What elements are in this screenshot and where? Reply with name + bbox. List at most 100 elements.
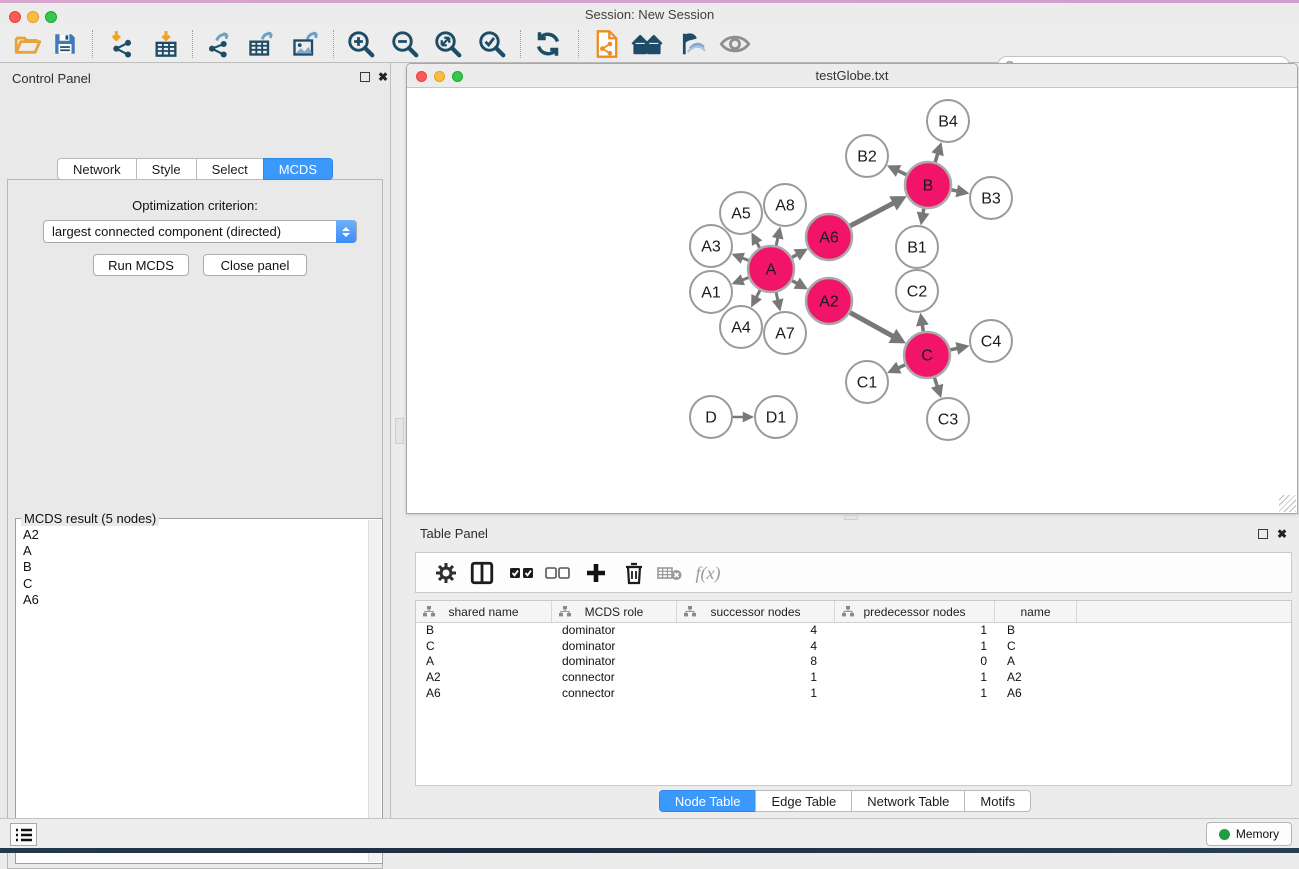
column-header-predecessor-nodes[interactable]: predecessor nodes [835, 601, 995, 622]
open-session-button[interactable] [11, 28, 45, 60]
column-header-MCDS-role[interactable]: MCDS role [552, 601, 677, 622]
close-panel-button[interactable]: Close panel [203, 254, 307, 276]
zoom-out-button[interactable] [388, 28, 422, 60]
mcds-result-item[interactable]: B [23, 559, 366, 575]
table-panel-title: Table Panel [420, 526, 488, 541]
result-scrollbar[interactable] [368, 520, 381, 862]
tab-style[interactable]: Style [136, 158, 197, 180]
tab-network-table[interactable]: Network Table [851, 790, 965, 812]
network-graph[interactable]: B4B2BB3A8A5A6A3B1AC2A1A2A4A7C4CC1C3DD1 [407, 88, 1297, 513]
table-row[interactable]: Adominator80A [416, 654, 1291, 670]
table-cell[interactable]: 1 [677, 670, 835, 686]
table-cell[interactable]: 4 [677, 639, 835, 655]
new-network-file-button[interactable] [590, 28, 624, 60]
network-canvas[interactable]: B4B2BB3A8A5A6A3B1AC2A1A2A4A7C4CC1C3DD1 [407, 88, 1297, 513]
graph-edge-A-A4[interactable] [756, 289, 760, 297]
mcds-result-item[interactable]: A [23, 543, 366, 559]
table-cell[interactable]: A [416, 654, 552, 670]
import-table-button[interactable] [149, 28, 183, 60]
graph-edge-B-B2[interactable] [898, 171, 908, 176]
table-cell[interactable]: A2 [995, 670, 1077, 686]
table-cell[interactable]: 8 [677, 654, 835, 670]
table-row[interactable]: A2connector11A2 [416, 670, 1291, 686]
close-table-panel-icon[interactable]: ✖ [1277, 529, 1287, 540]
delete-column-button[interactable] [618, 557, 650, 589]
mcds-result-item[interactable]: C [23, 576, 366, 592]
show-graphics-details-button[interactable] [718, 28, 752, 60]
tab-select[interactable]: Select [196, 158, 264, 180]
export-network-button[interactable] [202, 28, 236, 60]
graph-edge-B-B4[interactable] [935, 153, 938, 163]
graph-edge-arrowhead [772, 226, 784, 239]
import-network-button[interactable] [104, 28, 138, 60]
table-cell[interactable]: B [995, 623, 1077, 639]
column-header-successor-nodes[interactable]: successor nodes [677, 601, 835, 622]
table-row[interactable]: A6connector11A6 [416, 686, 1291, 702]
table-cell[interactable]: C [416, 639, 552, 655]
tab-mcds[interactable]: MCDS [263, 158, 333, 180]
tab-motifs[interactable]: Motifs [964, 790, 1031, 812]
tab-node-table[interactable]: Node Table [659, 790, 757, 812]
show-task-history-button[interactable] [10, 823, 37, 846]
table-cell[interactable]: A [995, 654, 1077, 670]
save-session-button[interactable] [48, 28, 82, 60]
table-cell[interactable]: dominator [552, 654, 677, 670]
network-window-titlebar[interactable]: testGlobe.txt [407, 64, 1297, 88]
mcds-result-item[interactable]: A6 [23, 592, 366, 608]
zoom-fit-button[interactable] [431, 28, 465, 60]
graph-edge-C-C4[interactable] [949, 348, 957, 350]
memory-button[interactable]: Memory [1206, 822, 1292, 846]
add-column-button[interactable] [580, 557, 612, 589]
table-row[interactable]: Cdominator41C [416, 639, 1291, 655]
table-cell[interactable]: A6 [995, 686, 1077, 702]
graph-edge-A6-B[interactable] [849, 203, 894, 226]
table-cell[interactable]: B [416, 623, 552, 639]
window-resize-grip[interactable] [1279, 495, 1296, 512]
run-mcds-button[interactable]: Run MCDS [93, 254, 189, 276]
zoom-selected-button[interactable] [475, 28, 509, 60]
refresh-layout-button[interactable] [531, 28, 565, 60]
export-table-button[interactable] [244, 28, 278, 60]
column-header-shared-name[interactable]: shared name [416, 601, 552, 622]
table-cell[interactable]: 1 [835, 670, 995, 686]
table-cell[interactable]: 4 [677, 623, 835, 639]
vertical-splitter-grip[interactable] [395, 418, 404, 444]
graph-edge-A-A8[interactable] [776, 237, 778, 246]
table-cell[interactable]: 1 [835, 686, 995, 702]
table-cell[interactable]: connector [552, 670, 677, 686]
table-cell[interactable]: 1 [835, 623, 995, 639]
table-settings-button[interactable] [430, 557, 462, 589]
table-row[interactable]: Bdominator41B [416, 623, 1291, 639]
table-cell[interactable]: dominator [552, 639, 677, 655]
table-cell[interactable]: 0 [835, 654, 995, 670]
graph-edge-C-C3[interactable] [934, 377, 937, 387]
criterion-select[interactable]: largest connected component (directed) [43, 220, 357, 243]
mcds-result-item[interactable]: A2 [23, 527, 366, 543]
function-builder-button[interactable]: f(x) [692, 557, 724, 589]
zoom-in-button[interactable] [344, 28, 378, 60]
tab-edge-table[interactable]: Edge Table [755, 790, 852, 812]
float-panel-icon[interactable] [360, 72, 370, 82]
table-cell[interactable]: A2 [416, 670, 552, 686]
table-cell[interactable]: connector [552, 686, 677, 702]
graph-edge-C-C1[interactable] [898, 364, 906, 368]
delete-table-button[interactable] [654, 557, 686, 589]
hide-graphics-details-button[interactable] [673, 28, 707, 60]
unselect-all-button[interactable] [542, 557, 574, 589]
float-table-panel-icon[interactable] [1258, 529, 1268, 539]
table-cell[interactable]: dominator [552, 623, 677, 639]
select-all-button[interactable] [506, 557, 538, 589]
graph-node-label: B [923, 178, 934, 195]
column-header-name[interactable]: name [995, 601, 1077, 622]
table-cell[interactable]: 1 [677, 686, 835, 702]
tab-network[interactable]: Network [57, 158, 137, 180]
table-cell[interactable]: A6 [416, 686, 552, 702]
home-button[interactable] [630, 28, 664, 60]
table-cell[interactable]: 1 [835, 639, 995, 655]
graph-edge-A2-C[interactable] [849, 312, 893, 336]
show-columns-button[interactable] [466, 557, 498, 589]
close-panel-icon[interactable]: ✖ [378, 72, 388, 83]
table-cell[interactable]: C [995, 639, 1077, 655]
graph-edge-A-A7[interactable] [776, 291, 778, 300]
export-image-button[interactable] [288, 28, 322, 60]
